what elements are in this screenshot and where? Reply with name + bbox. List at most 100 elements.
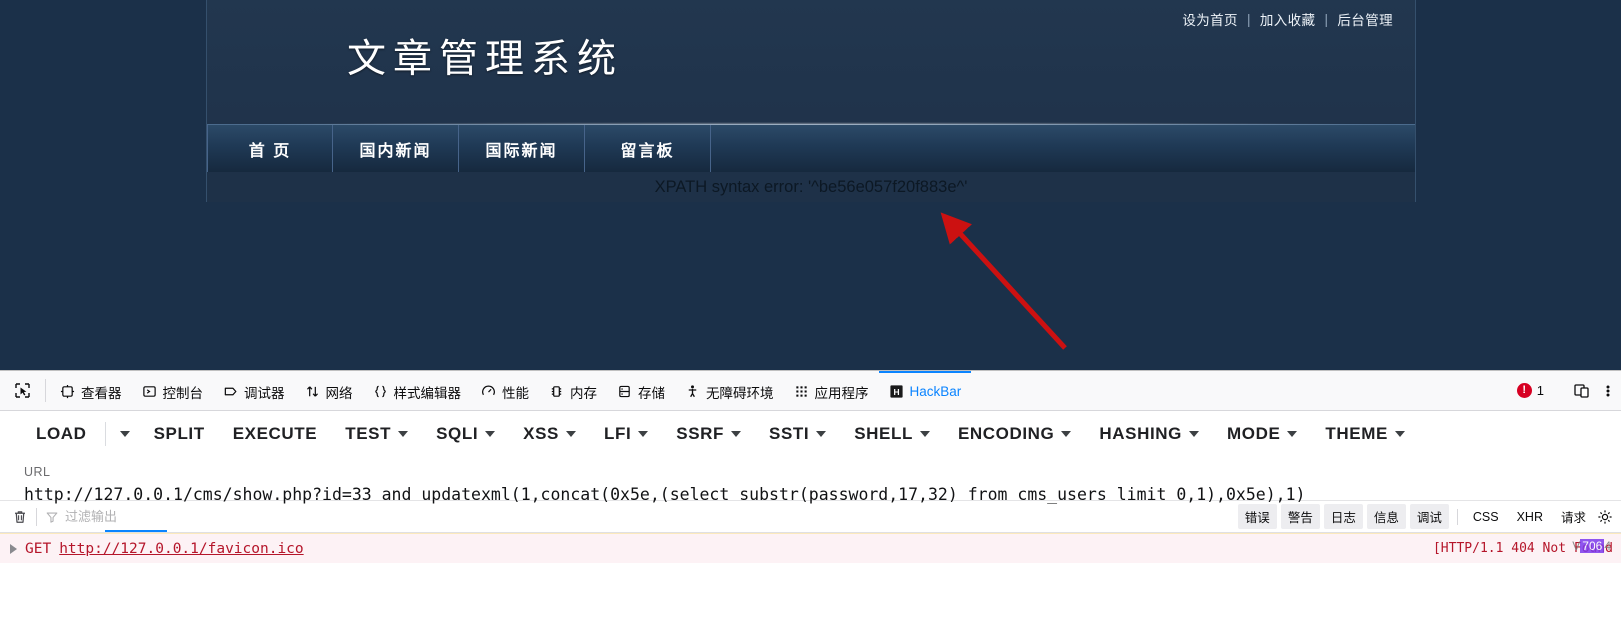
url-field-label: URL — [24, 465, 51, 479]
inspector-icon — [60, 384, 75, 399]
filter-pill-requests[interactable]: 请求 — [1554, 504, 1593, 529]
nav-item-home[interactable]: 首 页 — [207, 125, 333, 172]
performance-icon — [481, 384, 496, 399]
console-filter-buttons: 错误 警告 日志 信息 调试 CSS XHR 请求 — [1237, 504, 1613, 529]
hackbar-test-button[interactable]: TEST — [331, 420, 422, 448]
tab-performance[interactable]: 性能 — [471, 371, 539, 410]
button-label: SSTI — [769, 424, 810, 443]
console-icon — [142, 384, 157, 399]
request-method: GET — [25, 540, 52, 557]
tab-console[interactable]: 控制台 — [132, 371, 214, 410]
button-label: TEST — [345, 424, 392, 443]
tab-label: 内存 — [570, 385, 597, 401]
admin-panel-link[interactable]: 后台管理 — [1337, 9, 1393, 29]
nav-item-guestbook[interactable]: 留言板 — [585, 125, 711, 172]
chevron-down-icon — [919, 431, 930, 437]
hackbar-hashing-button[interactable]: HASHING — [1085, 420, 1213, 448]
console-filter-bar: 错误 警告 日志 信息 调试 CSS XHR 请求 — [0, 501, 1621, 533]
tabbar-divider — [45, 379, 46, 402]
xpath-error-message: XPATH syntax error: '^be56e057f20f883e^' — [207, 172, 1415, 202]
add-favorite-link[interactable]: 加入收藏 — [1260, 9, 1316, 29]
hackbar-shell-button[interactable]: SHELL — [840, 420, 944, 448]
responsive-design-mode-icon[interactable] — [1573, 382, 1591, 400]
console-filter-input[interactable] — [65, 509, 605, 524]
tab-label: 样式编辑器 — [393, 385, 462, 401]
filter-pill-warnings[interactable]: 警告 — [1280, 504, 1320, 529]
tab-inspector[interactable]: 查看器 — [50, 371, 132, 410]
tab-storage[interactable]: 存储 — [607, 371, 675, 410]
hackbar-encoding-button[interactable]: ENCODING — [944, 420, 1085, 448]
tab-label: 调试器 — [244, 385, 285, 401]
filterbar-divider-2 — [1456, 508, 1458, 525]
filter-pill-info[interactable]: 信息 — [1366, 504, 1406, 529]
tab-style-editor[interactable]: 样式编辑器 — [363, 371, 472, 410]
filter-icon — [45, 510, 59, 524]
devtools-tabbar-right: ! 1 — [1516, 371, 1621, 410]
hackbar-split-button[interactable]: SPLIT — [140, 420, 219, 448]
button-label: LOAD — [36, 424, 87, 443]
watermark: V 706 4 — [1572, 539, 1611, 553]
hackbar-ssti-button[interactable]: SSTI — [755, 420, 840, 448]
error-count-label: 1 — [1536, 383, 1544, 398]
chevron-down-icon — [485, 431, 496, 437]
tab-hackbar[interactable]: H HackBar — [878, 371, 972, 410]
website-frame: 设为首页 | 加入收藏 | 后台管理 文章管理系统 首 页 国内新闻 国际新闻 … — [206, 0, 1416, 202]
nav-item-label: 国内新闻 — [359, 142, 432, 160]
settings-gear-icon[interactable] — [1597, 509, 1613, 525]
hackbar-ssrf-button[interactable]: SSRF — [662, 420, 755, 448]
button-label: ENCODING — [957, 424, 1055, 443]
tab-label: 应用程序 — [814, 385, 869, 401]
watermark-highlight: 706 — [1580, 539, 1605, 553]
chevron-down-icon — [1287, 431, 1298, 437]
hackbar-xss-button[interactable]: XSS — [509, 420, 590, 448]
devtools-panel: 查看器 控制台 调试器 网络 样式编辑器 性能 内存 存储 无障碍环境 应用程序… — [0, 370, 1621, 640]
error-icon: ! — [1516, 383, 1532, 398]
expand-triangle-icon[interactable] — [10, 543, 17, 554]
filter-pill-errors[interactable]: 错误 — [1237, 504, 1277, 529]
nav-item-international-news[interactable]: 国际新闻 — [459, 125, 585, 172]
tab-debugger[interactable]: 调试器 — [213, 371, 295, 410]
console-filter-wrap — [45, 509, 605, 532]
hackbar-lfi-button[interactable]: LFI — [590, 420, 662, 448]
hackbar-sqli-button[interactable]: SQLI — [422, 420, 509, 448]
tab-memory[interactable]: 内存 — [539, 371, 607, 410]
button-label: SQLI — [436, 424, 479, 443]
filter-pill-logs[interactable]: 日志 — [1323, 504, 1363, 529]
hackbar-url-area: URL — [0, 457, 1621, 504]
button-label: SPLIT — [153, 424, 205, 443]
nav-item-domestic-news[interactable]: 国内新闻 — [333, 125, 459, 172]
tab-label: 网络 — [325, 385, 353, 401]
button-label: XSS — [523, 424, 559, 443]
button-label: LFI — [604, 424, 632, 443]
filter-pill-css[interactable]: CSS — [1466, 507, 1506, 527]
site-logo-title: 文章管理系统 — [347, 37, 624, 82]
element-picker-button[interactable] — [0, 371, 41, 410]
tab-application[interactable]: 应用程序 — [784, 371, 879, 410]
link-separator-1: | — [1246, 11, 1251, 27]
filter-pill-debug[interactable]: 调试 — [1409, 504, 1449, 529]
chevron-down-icon — [1061, 431, 1072, 437]
request-url-link[interactable]: http://127.0.0.1/favicon.ico — [59, 541, 303, 557]
accessibility-icon — [685, 384, 700, 399]
application-icon — [794, 384, 809, 399]
chevron-down-icon — [816, 431, 827, 437]
button-label: THEME — [1325, 424, 1388, 443]
hackbar-execute-button[interactable]: EXECUTE — [219, 420, 332, 448]
hackbar-mode-button[interactable]: MODE — [1213, 420, 1311, 448]
chevron-down-icon — [119, 431, 130, 437]
hackbar-theme-button[interactable]: THEME — [1311, 420, 1419, 448]
tab-network[interactable]: 网络 — [295, 371, 363, 410]
tab-accessibility[interactable]: 无障碍环境 — [675, 371, 784, 410]
hackbar-load-button[interactable]: LOAD — [22, 420, 101, 448]
tab-label: 查看器 — [81, 385, 122, 401]
console-row[interactable]: GET http://127.0.0.1/favicon.ico [HTTP/1… — [0, 533, 1621, 563]
hackbar-load-dropdown[interactable] — [110, 427, 140, 441]
filter-pill-xhr[interactable]: XHR — [1510, 507, 1550, 527]
svg-text:H: H — [893, 387, 899, 397]
button-label: MODE — [1226, 424, 1281, 443]
error-count-badge[interactable]: ! 1 — [1516, 383, 1544, 398]
button-label: HASHING — [1099, 424, 1182, 443]
more-options-icon[interactable] — [1601, 382, 1615, 400]
trash-icon[interactable] — [12, 509, 28, 525]
set-homepage-link[interactable]: 设为首页 — [1182, 9, 1238, 29]
